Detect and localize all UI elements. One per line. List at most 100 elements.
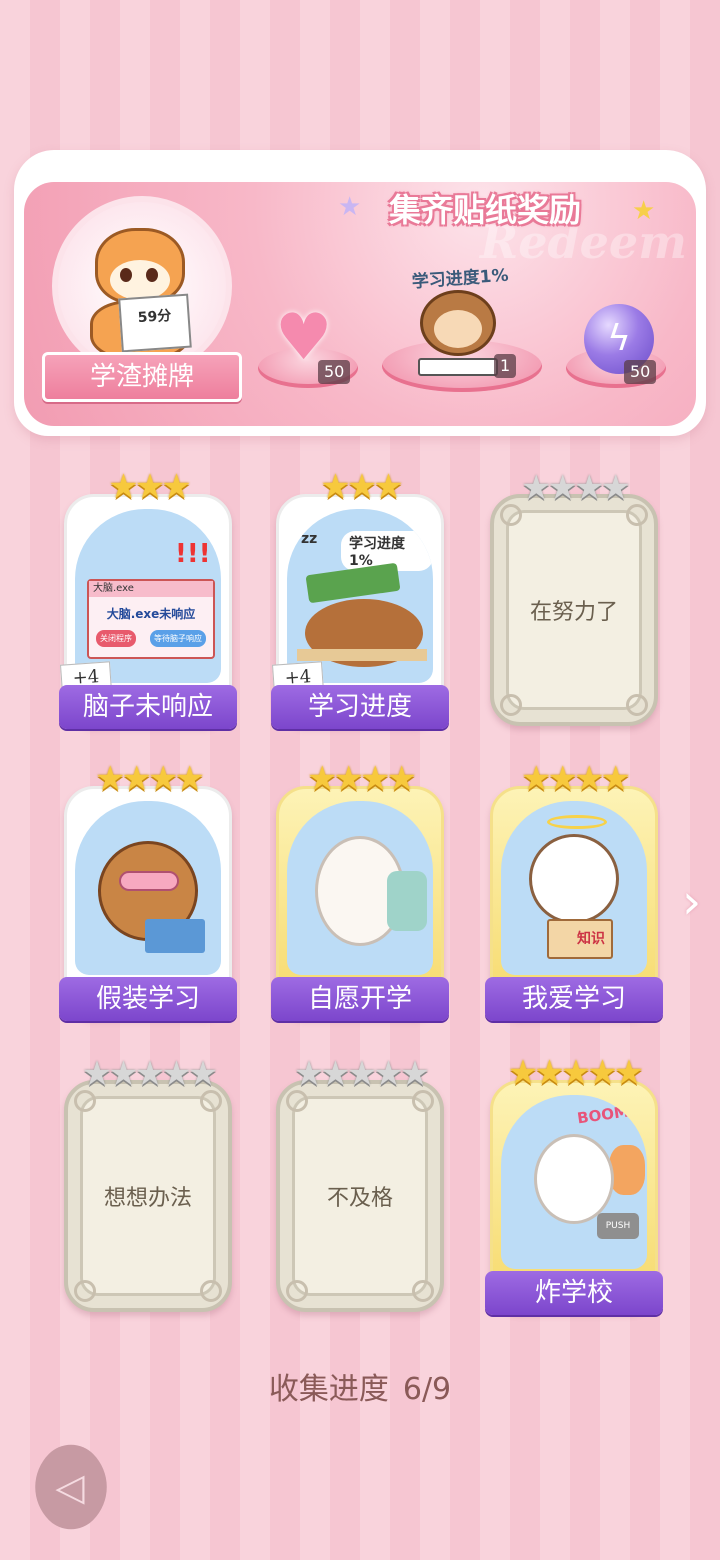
star-icon: ★ (613, 1053, 645, 1093)
book-icon (145, 919, 205, 953)
corner-ornament (74, 1280, 96, 1302)
star-icon: ★ (320, 467, 351, 507)
book-stack-icon (305, 562, 401, 604)
star-icon: ★ (108, 467, 139, 507)
star-icon: ★ (360, 759, 391, 799)
sticker-card-locked[interactable]: ★★★★★ 想想办法 (64, 1054, 232, 1312)
star-rating: ★★★★★ (493, 1053, 655, 1093)
star-icon: ★ (373, 1054, 404, 1094)
card-artwork (75, 801, 221, 975)
corner-ornament (500, 504, 522, 526)
halo-icon (547, 815, 607, 829)
backpack-icon (387, 871, 427, 931)
star-rating: ★★★★ (494, 468, 654, 508)
corner-ornament (286, 1090, 308, 1112)
sticker-card-study-progress[interactable]: ★★★ zz 学习进度1% +4 学习进度 (271, 467, 449, 729)
star-rating: ★★★ (279, 467, 441, 507)
sticker-card-pretend-study[interactable]: ★★★★ 假装学习 (59, 759, 237, 1021)
card-artwork: 知识 (501, 801, 647, 975)
card-label: 炸学校 (485, 1271, 663, 1315)
star-icon: ★ (587, 1053, 618, 1093)
avatar-score-paper: 59分 (118, 293, 192, 353)
error-window: 大脑.exe 大脑.exe未响应 关闭程序 等待脑子响应 (87, 579, 215, 659)
cat-icon (529, 834, 619, 925)
error-window-message: 大脑.exe未响应 (106, 607, 196, 621)
avatar-title-ribbon: 学渣摊牌 (42, 352, 242, 402)
corner-ornament (412, 1090, 434, 1112)
corner-ornament (626, 504, 648, 526)
collection-progress-label: 收集进度 (268, 1372, 389, 1407)
book-icon: 知识 (547, 919, 613, 959)
star-icon: ★ (521, 759, 552, 799)
star-icon: ★ (320, 1054, 351, 1094)
star-icon: ★ (521, 468, 552, 508)
star-icon: ★ (134, 1054, 166, 1094)
card-artwork: zz 学习进度1% (287, 509, 433, 683)
tiger-eye (146, 268, 158, 282)
sticker-card-locked[interactable]: ★★★★★ 不及格 (276, 1054, 444, 1312)
star-icon: ★ (534, 1053, 565, 1093)
sticker-card-love-study[interactable]: ★★★★ 知识 我爱学习 (485, 759, 663, 1021)
card-label: 自愿开学 (271, 977, 449, 1021)
card-artwork (287, 801, 433, 975)
corner-ornament (200, 1280, 222, 1302)
star-icon: ★ (547, 468, 579, 508)
sleep-zz: zz (301, 531, 318, 547)
star-icon: ★ (307, 759, 338, 799)
card-placeholder: 在努力了 (506, 510, 642, 710)
star-rating: ★★★★★ (280, 1054, 440, 1094)
wait-response-label: 等待脑子响应 (150, 630, 206, 647)
tiger-eye (120, 268, 132, 282)
card-label: 学习进度 (271, 685, 449, 729)
collection-progress-value: 6/9 (402, 1372, 452, 1407)
exclamation-marks: !!! (175, 539, 211, 569)
star-icon: ★ (560, 1053, 592, 1093)
sticker-card-blow-up-school[interactable]: ★★★★★ BOOM!! PUSH 炸学校 (485, 1053, 663, 1315)
card-label: 假装学习 (59, 977, 237, 1021)
bunny-icon (534, 1133, 614, 1224)
star-icon: ★ (346, 467, 378, 507)
star-icon: ★ (81, 1054, 113, 1094)
star-decoration-icon: ★ (632, 196, 656, 226)
card-label: 脑子未响应 (59, 685, 237, 729)
star-icon: ★ (346, 1054, 378, 1094)
tiger-face (110, 260, 170, 300)
card-label: 我爱学习 (485, 977, 663, 1021)
star-icon: ★ (386, 759, 417, 799)
card-placeholder: 想想办法 (80, 1096, 216, 1296)
back-arrow-icon[interactable]: ◁ (40, 1462, 100, 1512)
reward-count: 50 (318, 360, 351, 384)
chevron-right-icon[interactable]: › (682, 878, 701, 926)
sticker-card-voluntary-school[interactable]: ★★★★ 自愿开学 (271, 759, 449, 1021)
star-icon: ★ (600, 468, 631, 508)
corner-ornament (500, 694, 522, 716)
star-icon: ★ (187, 1054, 219, 1094)
corner-ornament (200, 1090, 222, 1112)
star-rating: ★★★ (67, 467, 229, 507)
star-icon: ★ (161, 1054, 192, 1094)
card-label: 想想办法 (103, 1186, 192, 1211)
star-icon: ★ (373, 467, 404, 507)
explosion-icon (609, 1145, 645, 1195)
reward-count: 50 (624, 360, 657, 384)
star-icon: ★ (547, 759, 579, 799)
star-rating: ★★★★ (493, 759, 655, 799)
sticker-card-locked[interactable]: ★★★★ 在努力了 (490, 468, 658, 726)
close-program-label: 关闭程序 (96, 630, 136, 647)
corner-ornament (74, 1090, 96, 1112)
star-icon: ★ (161, 467, 192, 507)
collection-progress: 收集进度 6/9 (0, 1364, 720, 1408)
star-icon: ★ (399, 1054, 431, 1094)
reward-count: 1 (494, 354, 517, 378)
banner-title: 集齐贴纸奖励 (388, 191, 581, 229)
monkey-book (418, 358, 498, 376)
star-icon: ★ (333, 759, 365, 799)
star-decoration-icon: ★ (338, 192, 362, 222)
boom-text: BOOM!! (576, 1100, 644, 1128)
star-rating: ★★★★★ (68, 1054, 228, 1094)
sticker-card-brain-not-responding[interactable]: ★★★ !!! 大脑.exe 大脑.exe未响应 关闭程序 等待脑子响应 +4 … (59, 467, 237, 729)
star-rating: ★★★★ (67, 759, 229, 799)
star-icon: ★ (600, 759, 631, 799)
error-window-title: 大脑.exe (89, 581, 213, 597)
star-icon: ★ (121, 759, 153, 799)
